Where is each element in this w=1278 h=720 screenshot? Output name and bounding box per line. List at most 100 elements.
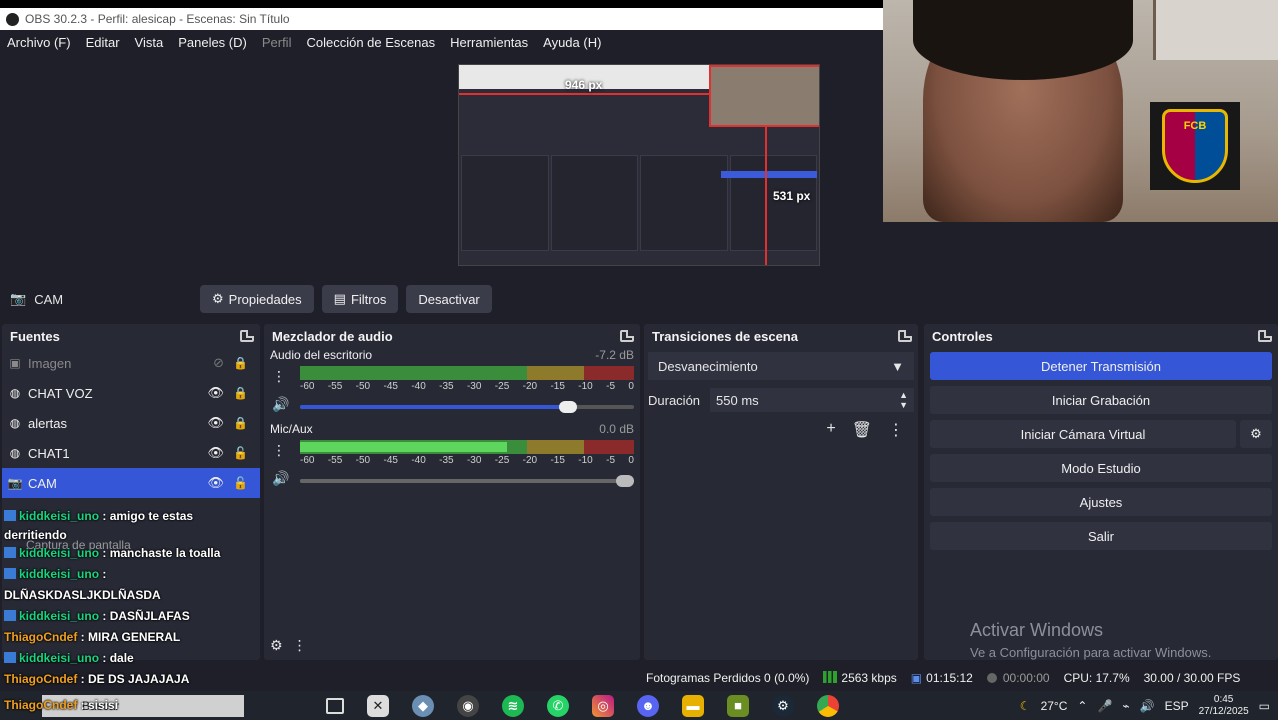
trash-icon[interactable]: 🗑 <box>852 420 872 440</box>
whatsapp-icon[interactable]: ✆ <box>547 694 569 717</box>
chat-message: kiddkeisi_uno : amigo te estas <box>0 506 245 527</box>
minecraft-icon[interactable]: ■ <box>727 694 749 717</box>
eye-hidden-icon[interactable]: ⊘ <box>213 355 224 371</box>
channel-db: -7.2 dB <box>595 348 634 362</box>
eye-icon[interactable]: 👁 <box>207 385 224 401</box>
channel-name: Mic/Aux <box>270 422 313 436</box>
activation-title: Activar Windows <box>970 620 1104 640</box>
exit-button[interactable]: Salir <box>930 522 1272 550</box>
start-recording-button[interactable]: Iniciar Grabación <box>930 386 1272 414</box>
spin-arrows-icon[interactable]: ▲ ▼ <box>899 390 908 410</box>
controls-dock: Controles Detener Transmisión Iniciar Gr… <box>924 324 1278 660</box>
chevron-down-icon: ▼ <box>891 358 904 374</box>
deactivate-button[interactable]: Desactivar <box>406 285 492 313</box>
chat-user: ThiagoCndef <box>4 672 78 686</box>
undock-icon[interactable] <box>620 330 634 342</box>
capcut-icon[interactable]: ✕ <box>367 694 389 717</box>
mixer-title: Mezclador de audio <box>272 328 393 344</box>
add-icon[interactable]: + <box>826 420 835 440</box>
source-item-chat1[interactable]: ◍ CHAT1 👁 🔓 <box>2 438 260 468</box>
language-indicator[interactable]: ESP <box>1165 699 1189 713</box>
transitions-dock: Transiciones de escena Desvanecimiento ▼… <box>644 324 918 660</box>
top-strip <box>0 0 884 8</box>
preview-canvas[interactable]: 946 px 531 px <box>458 64 820 266</box>
undock-icon[interactable] <box>240 330 254 342</box>
virtual-cam-row: Iniciar Cámara Virtual ⚙ <box>930 420 1272 448</box>
source-item-cam[interactable]: 📷 CAM 👁 🔓 <box>2 468 260 498</box>
menu-editar[interactable]: Editar <box>86 35 120 50</box>
settings-button[interactable]: Ajustes <box>930 488 1272 516</box>
studio-mode-button[interactable]: Modo Estudio <box>930 454 1272 482</box>
lock-icon[interactable]: 🔒 <box>233 356 248 370</box>
eye-icon[interactable]: 👁 <box>207 445 224 461</box>
slider-knob[interactable] <box>616 475 634 487</box>
eye-icon[interactable]: 👁 <box>207 415 224 431</box>
virtual-camera-settings-button[interactable]: ⚙ <box>1240 420 1272 448</box>
meter-yellow-zone <box>527 366 584 380</box>
kebab-menu-icon[interactable]: ⋮ <box>272 442 286 459</box>
menu-paneles[interactable]: Paneles (D) <box>178 35 247 50</box>
menu-ayuda[interactable]: Ayuda (H) <box>543 35 601 50</box>
clock[interactable]: 0:45 27/12/2025 <box>1199 694 1249 718</box>
notifications-icon[interactable]: ▭ <box>1259 699 1270 713</box>
lock-icon[interactable]: 🔒 <box>233 386 248 400</box>
volume-icon[interactable]: 🔊 <box>1140 699 1155 713</box>
chrome-icon[interactable] <box>817 694 839 717</box>
kebab-menu-icon[interactable]: ⋮ <box>888 420 904 440</box>
clock-time: 0:45 <box>1213 693 1234 705</box>
chevron-up-icon[interactable]: ⌃ <box>1077 699 1087 713</box>
kebab-menu-icon[interactable]: ⋮ <box>272 368 286 385</box>
chat-text: : manchaste la toalla <box>102 546 221 560</box>
meter-tick-label: -50 <box>355 455 371 466</box>
source-label: alertas <box>28 415 68 431</box>
unlock-icon[interactable]: 🔓 <box>233 476 248 490</box>
mic-icon[interactable]: 🎤 <box>1097 699 1112 713</box>
speaker-icon[interactable]: 🔊 <box>272 470 289 487</box>
eye-icon[interactable]: 👁 <box>207 475 224 491</box>
menu-coleccion[interactable]: Colección de Escenas <box>306 35 435 50</box>
network-icon[interactable]: ⌁ <box>1122 699 1129 713</box>
discord-icon[interactable]: ☻ <box>637 694 659 717</box>
meter-tick-label: -55 <box>327 381 343 392</box>
spotify-icon[interactable]: ≋ <box>502 694 524 717</box>
volume-slider[interactable] <box>300 475 634 487</box>
menu-herramientas[interactable]: Herramientas <box>450 35 528 50</box>
gear-icon[interactable]: ⚙ <box>270 637 283 654</box>
steam-icon[interactable]: ⚙ <box>772 694 794 717</box>
undock-icon[interactable] <box>1258 330 1272 342</box>
transition-tools: + 🗑 ⋮ <box>644 412 918 440</box>
lock-icon[interactable]: 🔒 <box>233 416 248 430</box>
signal-icon <box>823 671 838 683</box>
slider-knob[interactable] <box>559 401 577 413</box>
nested-blue-bar <box>721 171 817 178</box>
virtual-camera-button[interactable]: Iniciar Cámara Virtual <box>930 420 1236 448</box>
source-item-alertas[interactable]: ◍ alertas 👁 🔒 <box>2 408 260 438</box>
source-item-chat-voz[interactable]: ◍ CHAT VOZ 👁 🔒 <box>2 378 260 408</box>
duration-spinbox[interactable]: 550 ms ▲ ▼ <box>710 388 914 412</box>
stop-stream-button[interactable]: Detener Transmisión <box>930 352 1272 380</box>
obs-icon[interactable]: ◉ <box>457 694 479 717</box>
instagram-icon[interactable]: ◎ <box>592 694 614 717</box>
unlock-icon[interactable]: 🔓 <box>233 446 248 460</box>
filters-button[interactable]: ▤ Filtros <box>321 285 399 313</box>
chat-overlay: kiddkeisi_uno : amigo te estas derritien… <box>0 506 245 720</box>
weather-icon: ☾ <box>1019 698 1031 713</box>
folder-icon[interactable]: ▬ <box>682 694 704 717</box>
menu-perfil[interactable]: Perfil <box>262 35 292 50</box>
undock-icon[interactable] <box>898 330 912 342</box>
menu-vista[interactable]: Vista <box>135 35 164 50</box>
selected-source-box[interactable] <box>709 65 819 127</box>
speaker-icon[interactable]: 🔊 <box>272 396 289 413</box>
guide-line-vertical <box>765 125 767 265</box>
source-item-imagen[interactable]: ▣ Imagen ⊘ 🔒 <box>2 348 260 378</box>
channel-header: Mic/Aux 0.0 dB <box>270 422 634 438</box>
preview-area[interactable]: 946 px 531 px <box>0 54 884 274</box>
properties-button[interactable]: ⚙ Propiedades <box>200 285 314 313</box>
twitch-icon <box>4 610 16 621</box>
kebab-menu-icon[interactable]: ⋮ <box>293 637 307 654</box>
transition-select[interactable]: Desvanecimiento ▼ <box>648 352 914 380</box>
app-icon[interactable]: ◆ <box>412 694 434 717</box>
volume-slider[interactable] <box>300 401 634 413</box>
menu-archivo[interactable]: Archivo (F) <box>7 35 71 50</box>
task-view-icon[interactable] <box>326 697 344 714</box>
